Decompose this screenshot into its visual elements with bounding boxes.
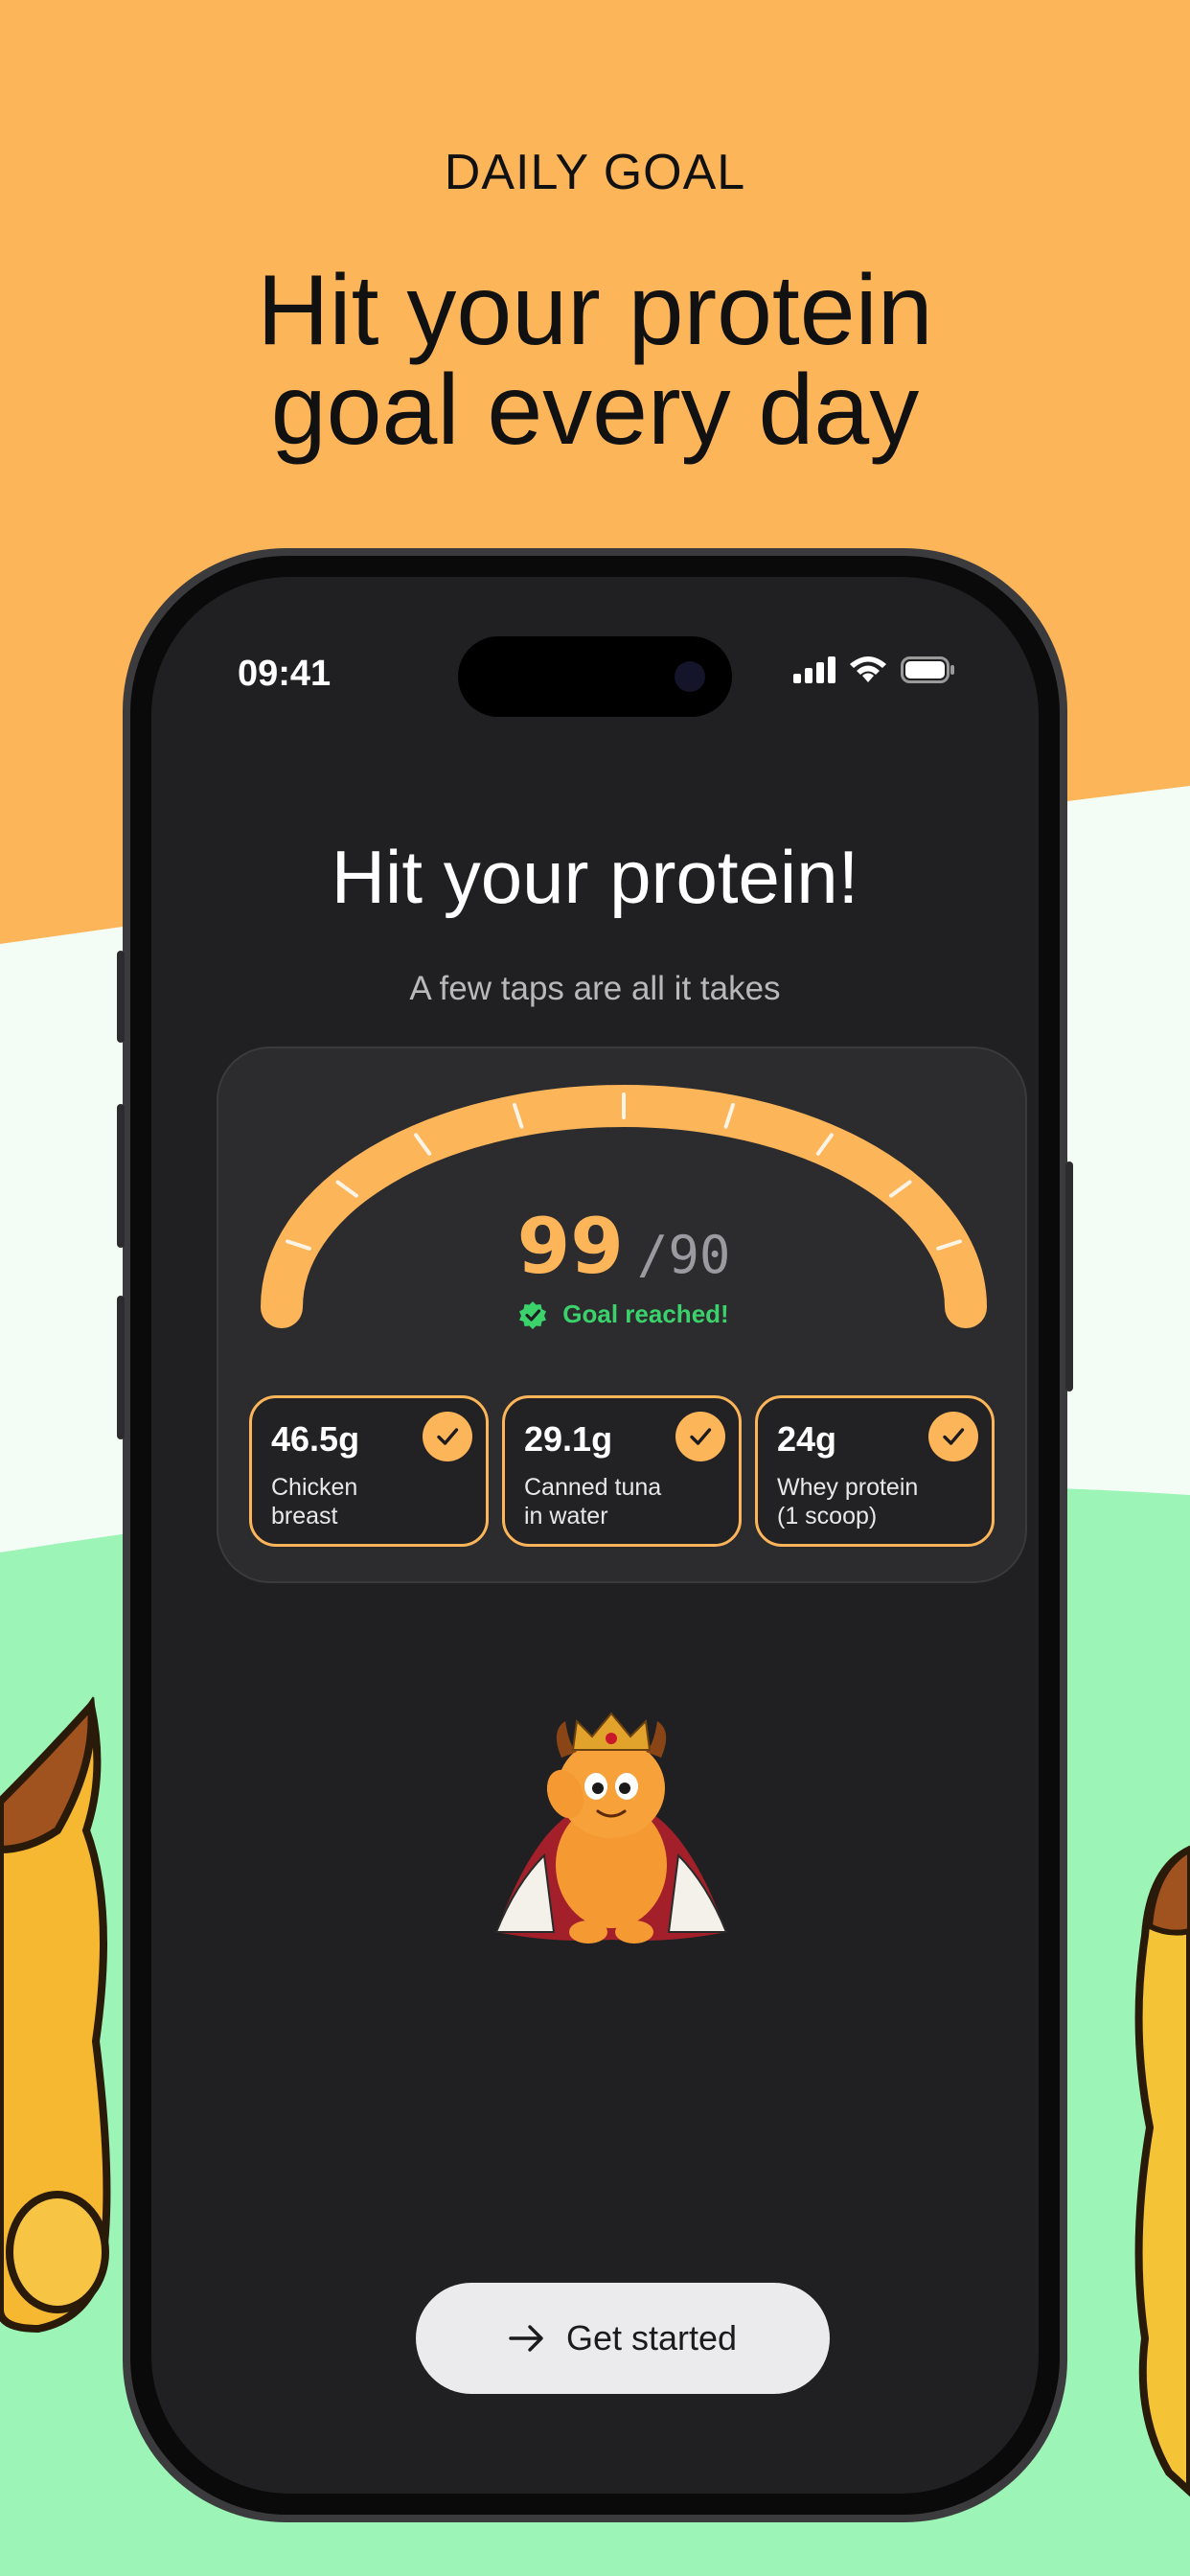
protein-total: 99/90 xyxy=(218,1202,1029,1291)
checkmark-icon[interactable] xyxy=(675,1412,725,1461)
food-name: Canned tuna in water xyxy=(524,1474,662,1530)
screen-subtitle: A few taps are all it takes xyxy=(409,970,781,1007)
protein-progress-card: 99/90 Goal reached! 46.5g Chicken breast xyxy=(217,1046,1027,1583)
eyebrow-label: DAILY GOAL xyxy=(444,145,746,200)
get-started-button[interactable]: Get started xyxy=(416,2283,830,2394)
goal-status: Goal reached! xyxy=(218,1300,1029,1329)
food-name: Whey protein (1 scoop) xyxy=(777,1474,919,1530)
front-camera xyxy=(675,661,705,692)
app-screen: 09:41 Hit your protein! A few taps are a… xyxy=(151,577,1039,2494)
status-icons xyxy=(793,656,956,684)
volume-up-button xyxy=(117,1104,125,1248)
battery-icon xyxy=(901,656,954,683)
dynamic-island xyxy=(458,636,732,717)
verified-check-icon xyxy=(519,1300,547,1329)
headline-line-2: goal every day xyxy=(270,355,920,466)
king-mascot-illustration xyxy=(494,1712,728,1944)
checkmark-icon[interactable] xyxy=(423,1412,472,1461)
action-button xyxy=(117,951,125,1043)
food-item-canned-tuna[interactable]: 29.1g Canned tuna in water xyxy=(502,1395,742,1547)
protein-value: 99 xyxy=(516,1202,624,1291)
food-item-chicken-breast[interactable]: 46.5g Chicken breast xyxy=(249,1395,489,1547)
arrow-right-icon xyxy=(509,2325,543,2352)
food-name: Chicken breast xyxy=(271,1474,358,1530)
headline-line-1: Hit your protein xyxy=(257,255,933,366)
wifi-icon xyxy=(850,656,886,682)
goal-status-text: Goal reached! xyxy=(562,1300,729,1328)
screen-title: Hit your protein! xyxy=(331,835,859,919)
volume-down-button xyxy=(117,1296,125,1439)
left-mascot-illustration xyxy=(0,1696,111,2334)
protein-goal: /90 xyxy=(636,1225,731,1285)
food-list: 46.5g Chicken breast 29.1g Canned tuna i… xyxy=(249,1395,995,1547)
status-time: 09:41 xyxy=(238,654,332,694)
right-mascot-illustration xyxy=(1134,1845,1190,2497)
checkmark-icon[interactable] xyxy=(928,1412,978,1461)
cellular-signal-icon xyxy=(793,656,835,683)
promo-headline: Hit your protein goal every day xyxy=(0,261,1190,460)
power-button xyxy=(1065,1162,1073,1392)
get-started-label: Get started xyxy=(565,2318,738,2358)
phone-frame: 09:41 Hit your protein! A few taps are a… xyxy=(117,548,1073,2522)
food-item-whey-protein[interactable]: 24g Whey protein (1 scoop) xyxy=(755,1395,995,1547)
phone-bezel: 09:41 Hit your protein! A few taps are a… xyxy=(130,556,1060,2515)
